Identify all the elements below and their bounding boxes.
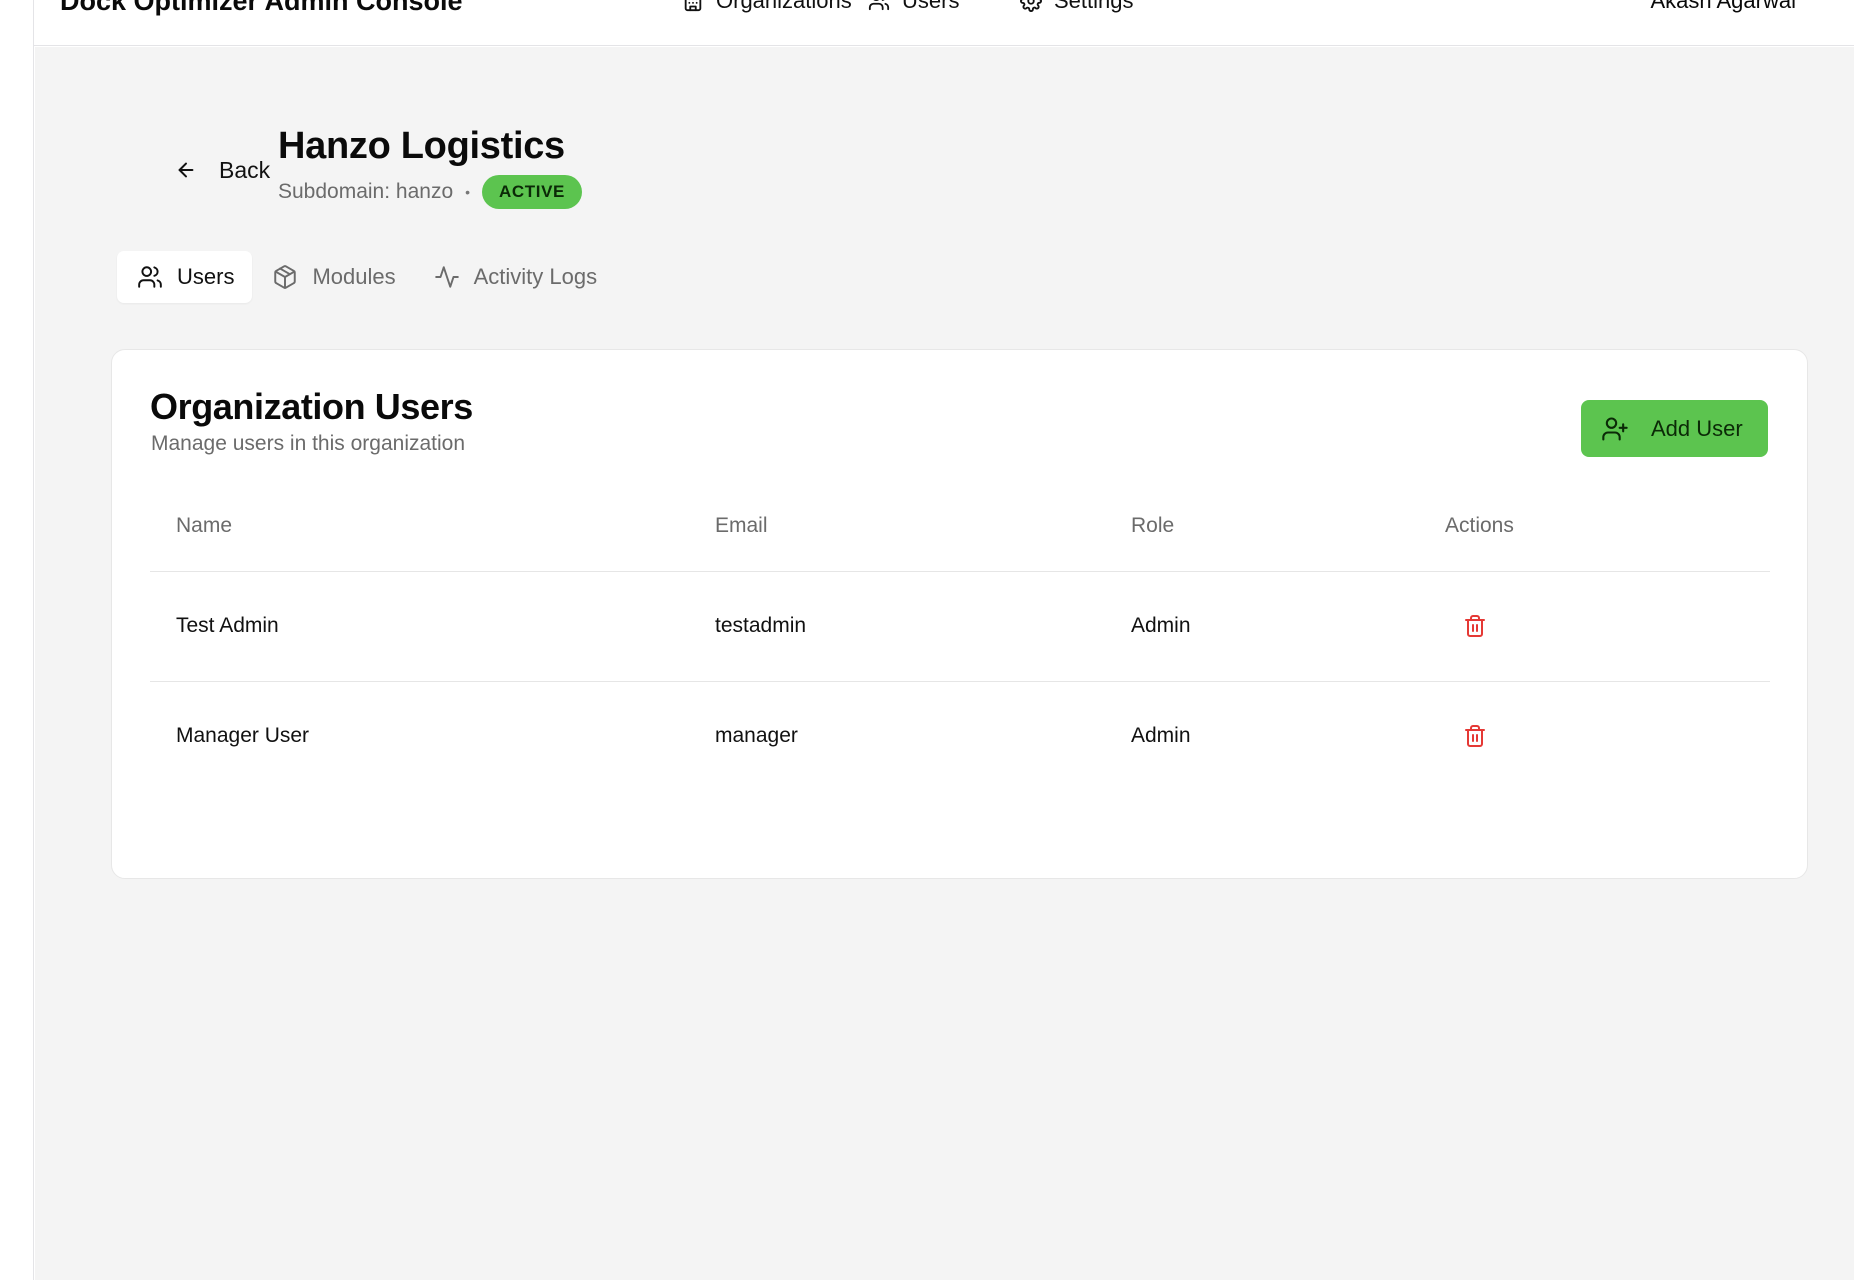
trash-icon [1465,615,1485,637]
table-row: Manager User manager Admin [150,681,1770,791]
back-button[interactable]: Back [131,143,284,197]
add-user-button-label: Add User [1651,415,1743,441]
user-actions-cell [1419,571,1770,682]
tab-modules[interactable]: Modules [252,251,413,303]
column-header-actions: Actions [1419,482,1770,572]
column-header-name: Name [150,482,689,572]
nav-item-settings[interactable]: Settings [1020,0,1134,14]
table-row: Test Admin testadmin Admin [150,571,1770,682]
app-title: Dock Optimizer Admin Console [60,0,463,16]
nav-item-organizations[interactable]: Organizations [682,0,852,14]
status-badge: ACTIVE [482,175,582,209]
delete-user-button[interactable] [1455,716,1495,756]
card-subtitle: Manage users in this organization [151,432,466,455]
user-plus-icon [1602,416,1628,441]
organization-users-card: Organization Users Manage users in this … [111,349,1808,879]
top-navigation-bar: Dock Optimizer Admin Console Organizatio… [34,0,1854,46]
column-header-email: Email [689,482,1105,572]
tab-activity-logs[interactable]: Activity Logs [414,251,616,303]
package-icon [274,265,297,289]
table-header-row: Name Email Role Actions [150,482,1770,572]
tab-label: Users [177,264,235,289]
left-sidebar-rail [0,0,34,1280]
user-name-cell: Test Admin [150,571,689,682]
tab-label: Activity Logs [473,264,598,289]
trash-icon [1465,725,1485,748]
user-role-cell: Admin [1131,724,1191,748]
users-icon [868,0,890,11]
add-user-button[interactable]: Add User [1581,400,1768,457]
users-icon [138,266,162,288]
arrow-left-icon [178,162,194,178]
nav-item-users[interactable]: Users [868,0,959,14]
user-role-cell: Admin [1105,571,1419,682]
delete-user-button[interactable] [1455,606,1495,646]
nav-item-label: Users [902,0,960,13]
page-title: Hanzo Logistics [278,125,565,167]
activity-icon [434,266,459,288]
column-header-role: Role [1105,482,1419,572]
nav-item-label: Organizations [716,0,852,13]
card-title: Organization Users [150,386,473,427]
user-email-cell: manager [715,724,798,748]
gear-icon [1020,0,1042,12]
subdomain-text: Subdomain: hanzo [278,180,454,203]
building-icon [684,0,702,12]
user-actions-cell [1419,681,1770,791]
current-user-name[interactable]: Akash Agarwal [1650,0,1796,14]
meta-separator: • [465,184,471,200]
user-name-cell: Manager User [176,724,310,748]
tab-label: Modules [312,264,396,289]
users-table: Name Email Role Actions Test Admin testa… [150,482,1770,791]
main-content: Back Hanzo Logistics Subdomain: hanzo • … [35,47,1854,1280]
tab-users[interactable]: Users [117,251,253,303]
user-email-cell: testadmin [689,571,1105,682]
back-button-label: Back [219,156,271,183]
organization-meta: Subdomain: hanzo • ACTIVE [278,175,582,209]
nav-item-label: Settings [1054,0,1134,13]
tab-bar: Users Modules Activity Logs [117,251,615,303]
